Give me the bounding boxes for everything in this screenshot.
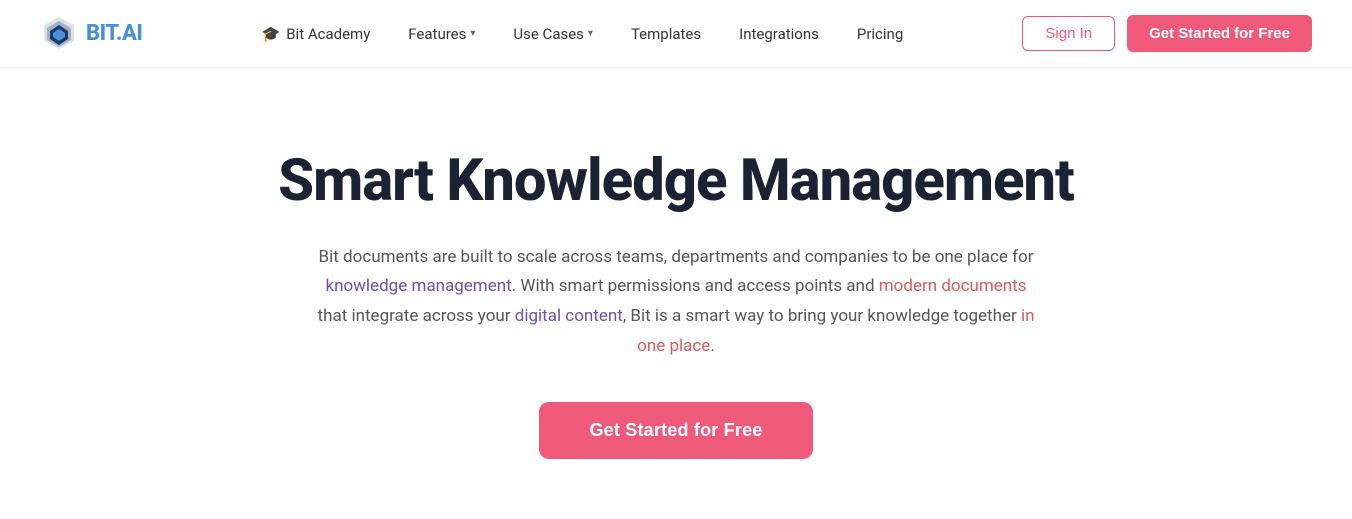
- nav-link-templates[interactable]: Templates: [615, 17, 717, 51]
- get-started-hero-button[interactable]: Get Started for Free: [539, 402, 812, 459]
- nav-link-label: Features: [408, 25, 466, 43]
- nav-link-use-cases[interactable]: Use Cases ▾: [497, 17, 609, 51]
- navbar: BIT.AI 🎓 Bit Academy Features ▾ Use Case…: [0, 0, 1352, 68]
- nav-links: 🎓 Bit Academy Features ▾ Use Cases ▾ Tem…: [142, 17, 1022, 51]
- hero-subtitle: Bit documents are built to scale across …: [316, 243, 1036, 362]
- signin-button[interactable]: Sign In: [1022, 16, 1115, 51]
- nav-link-label: Templates: [631, 25, 701, 43]
- nav-link-integrations[interactable]: Integrations: [723, 17, 835, 51]
- logo-brand-text: BIT.AI: [86, 21, 142, 46]
- highlight-one-place: in one place: [637, 306, 1034, 356]
- nav-link-label: Integrations: [739, 25, 819, 43]
- get-started-nav-button[interactable]: Get Started for Free: [1127, 15, 1312, 52]
- nav-actions: Sign In Get Started for Free: [1022, 15, 1312, 52]
- highlight-knowledge-management: knowledge management: [325, 276, 511, 296]
- nav-link-bit-academy[interactable]: 🎓 Bit Academy: [246, 17, 387, 51]
- nav-link-label: Bit Academy: [286, 25, 370, 43]
- hero-title: Smart Knowledge Management: [278, 148, 1074, 215]
- nav-link-label: Use Cases: [513, 25, 584, 43]
- nav-link-pricing[interactable]: Pricing: [841, 17, 919, 51]
- logo-link[interactable]: BIT.AI: [40, 15, 142, 53]
- chevron-down-icon: ▾: [470, 28, 475, 39]
- chevron-down-icon: ▾: [588, 28, 593, 39]
- hero-section: Smart Knowledge Management Bit documents…: [0, 68, 1352, 519]
- logo-icon: [40, 15, 78, 53]
- academy-icon: 🎓: [262, 25, 281, 43]
- nav-link-features[interactable]: Features ▾: [392, 17, 491, 51]
- highlight-digital-content: digital content: [515, 306, 623, 326]
- highlight-modern-documents: modern documents: [879, 276, 1027, 296]
- nav-link-label: Pricing: [857, 25, 903, 43]
